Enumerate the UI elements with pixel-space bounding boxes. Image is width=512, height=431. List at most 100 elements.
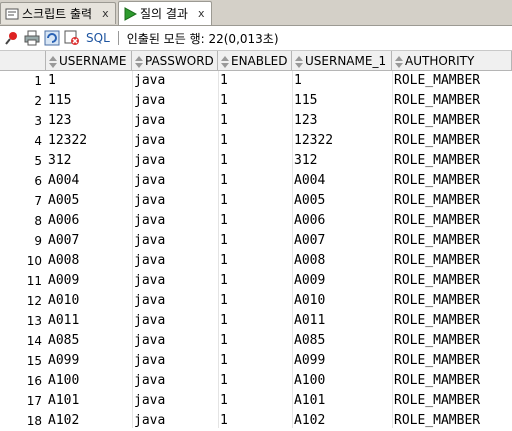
cell-password[interactable]: java [134,291,216,311]
close-icon[interactable]: x [102,7,109,20]
cell-password[interactable]: java [134,211,216,231]
cell-password[interactable]: java [134,411,216,431]
cell-username[interactable]: A005 [48,191,130,211]
cell-username[interactable]: 1 [48,71,130,91]
cell-username[interactable]: A011 [48,311,130,331]
row-number[interactable]: 6 [0,171,42,191]
cell-enabled[interactable]: 1 [220,411,290,431]
cell-username-1[interactable]: A010 [294,291,390,311]
row-number[interactable]: 10 [0,251,42,271]
row-number[interactable]: 7 [0,191,42,211]
cell-authority[interactable]: ROLE_MAMBER [394,311,512,331]
cell-username-1[interactable]: A008 [294,251,390,271]
row-number[interactable]: 18 [0,411,42,431]
cell-username-1[interactable]: A005 [294,191,390,211]
cell-username-1[interactable]: A100 [294,371,390,391]
row-number[interactable]: 12 [0,291,42,311]
row-number[interactable]: 15 [0,351,42,371]
cell-username[interactable]: A101 [48,391,130,411]
cell-enabled[interactable]: 1 [220,371,290,391]
cell-password[interactable]: java [134,351,216,371]
table-row[interactable]: 17 A101 java 1 A101 ROLE_MAMBER [0,391,512,411]
table-row[interactable]: 13 A011 java 1 A011 ROLE_MAMBER [0,311,512,331]
cell-password[interactable]: java [134,251,216,271]
cell-username[interactable]: A102 [48,411,130,431]
sort-arrows-icon[interactable] [294,55,304,69]
table-row[interactable]: 11 A009 java 1 A009 ROLE_MAMBER [0,271,512,291]
cell-enabled[interactable]: 1 [220,171,290,191]
table-row[interactable]: 10 A008 java 1 A008 ROLE_MAMBER [0,251,512,271]
cell-password[interactable]: java [134,231,216,251]
cell-authority[interactable]: ROLE_MAMBER [394,171,512,191]
cell-username-1[interactable]: A004 [294,171,390,191]
table-row[interactable]: 12 A010 java 1 A010 ROLE_MAMBER [0,291,512,311]
row-number[interactable]: 13 [0,311,42,331]
close-icon[interactable]: x [198,7,205,20]
row-number[interactable]: 14 [0,331,42,351]
cell-authority[interactable]: ROLE_MAMBER [394,231,512,251]
cell-username[interactable]: A008 [48,251,130,271]
cell-username-1[interactable]: A102 [294,411,390,431]
cell-authority[interactable]: ROLE_MAMBER [394,371,512,391]
cell-enabled[interactable]: 1 [220,151,290,171]
cell-username-1[interactable]: 312 [294,151,390,171]
cell-enabled[interactable]: 1 [220,251,290,271]
table-row[interactable]: 18 A102 java 1 A102 ROLE_MAMBER [0,411,512,431]
row-number[interactable]: 9 [0,231,42,251]
cell-authority[interactable]: ROLE_MAMBER [394,191,512,211]
cell-authority[interactable]: ROLE_MAMBER [394,111,512,131]
column-header-authority[interactable]: AUTHORITY [392,51,512,71]
table-row[interactable]: 8 A006 java 1 A006 ROLE_MAMBER [0,211,512,231]
cell-authority[interactable]: ROLE_MAMBER [394,131,512,151]
table-row[interactable]: 1 1 java 1 1 ROLE_MAMBER [0,71,512,91]
cell-enabled[interactable]: 1 [220,271,290,291]
cell-password[interactable]: java [134,111,216,131]
cell-enabled[interactable]: 1 [220,291,290,311]
row-number[interactable]: 3 [0,111,42,131]
table-row[interactable]: 5 312 java 1 312 ROLE_MAMBER [0,151,512,171]
refresh-icon[interactable] [44,30,60,46]
tab-query-result[interactable]: 질의 결과 x [118,1,212,25]
cancel-query-icon[interactable] [64,30,80,46]
cell-username[interactable]: A099 [48,351,130,371]
sql-button[interactable]: SQL [86,31,110,45]
cell-enabled[interactable]: 1 [220,91,290,111]
cell-username-1[interactable]: A009 [294,271,390,291]
row-number[interactable]: 5 [0,151,42,171]
print-icon[interactable] [24,30,40,46]
cell-username-1[interactable]: A099 [294,351,390,371]
cell-password[interactable]: java [134,131,216,151]
cell-password[interactable]: java [134,171,216,191]
cell-username[interactable]: 123 [48,111,130,131]
cell-enabled[interactable]: 1 [220,311,290,331]
sort-arrows-icon[interactable] [220,55,230,69]
cell-username[interactable]: A100 [48,371,130,391]
table-row[interactable]: 2 115 java 1 115 ROLE_MAMBER [0,91,512,111]
cell-username-1[interactable]: A101 [294,391,390,411]
pin-icon[interactable] [4,30,20,46]
row-number[interactable]: 11 [0,271,42,291]
cell-authority[interactable]: ROLE_MAMBER [394,291,512,311]
cell-authority[interactable]: ROLE_MAMBER [394,211,512,231]
cell-authority[interactable]: ROLE_MAMBER [394,91,512,111]
cell-password[interactable]: java [134,151,216,171]
cell-username[interactable]: A085 [48,331,130,351]
cell-username-1[interactable]: 123 [294,111,390,131]
table-row[interactable]: 16 A100 java 1 A100 ROLE_MAMBER [0,371,512,391]
cell-enabled[interactable]: 1 [220,211,290,231]
row-number[interactable]: 1 [0,71,42,91]
table-row[interactable]: 4 12322 java 1 12322 ROLE_MAMBER [0,131,512,151]
row-number[interactable]: 8 [0,211,42,231]
cell-username[interactable]: 115 [48,91,130,111]
sort-arrows-icon[interactable] [48,55,58,69]
cell-enabled[interactable]: 1 [220,351,290,371]
sort-arrows-icon[interactable] [134,55,144,69]
row-number[interactable]: 4 [0,131,42,151]
cell-username[interactable]: A007 [48,231,130,251]
table-row[interactable]: 6 A004 java 1 A004 ROLE_MAMBER [0,171,512,191]
cell-authority[interactable]: ROLE_MAMBER [394,271,512,291]
cell-username-1[interactable]: 115 [294,91,390,111]
cell-username[interactable]: 312 [48,151,130,171]
cell-authority[interactable]: ROLE_MAMBER [394,151,512,171]
cell-authority[interactable]: ROLE_MAMBER [394,351,512,371]
